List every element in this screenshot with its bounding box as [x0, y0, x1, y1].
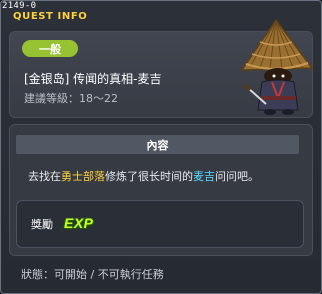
description-text: 去找在	[28, 170, 61, 183]
location-link[interactable]: 勇士部落	[61, 170, 105, 183]
reward-label: 獎勵	[31, 218, 53, 231]
window-title: QUEST INFO	[13, 11, 88, 22]
window-id-text: 2149-0	[2, 1, 37, 11]
quest-name: [金银岛] 传闻的真相-麦吉	[24, 72, 162, 86]
content-section-header: 內容	[16, 135, 299, 154]
quest-status: 狀態：可開始 / 不可執行任務	[21, 268, 164, 281]
category-badge: 一般	[22, 40, 78, 57]
quest-description: 去找在勇士部落修炼了很长时间的麦吉问问吧。	[28, 168, 259, 184]
description-text: 修炼了很长时间的	[105, 170, 193, 183]
description-text: 问问吧。	[215, 170, 259, 183]
level-requirement: 建議等級：18～22	[24, 92, 118, 105]
npc-link[interactable]: 麦吉	[193, 170, 215, 183]
exp-reward-icon: EXP	[64, 215, 94, 231]
npc-portrait-icon	[240, 18, 314, 115]
reward-box	[16, 200, 304, 248]
